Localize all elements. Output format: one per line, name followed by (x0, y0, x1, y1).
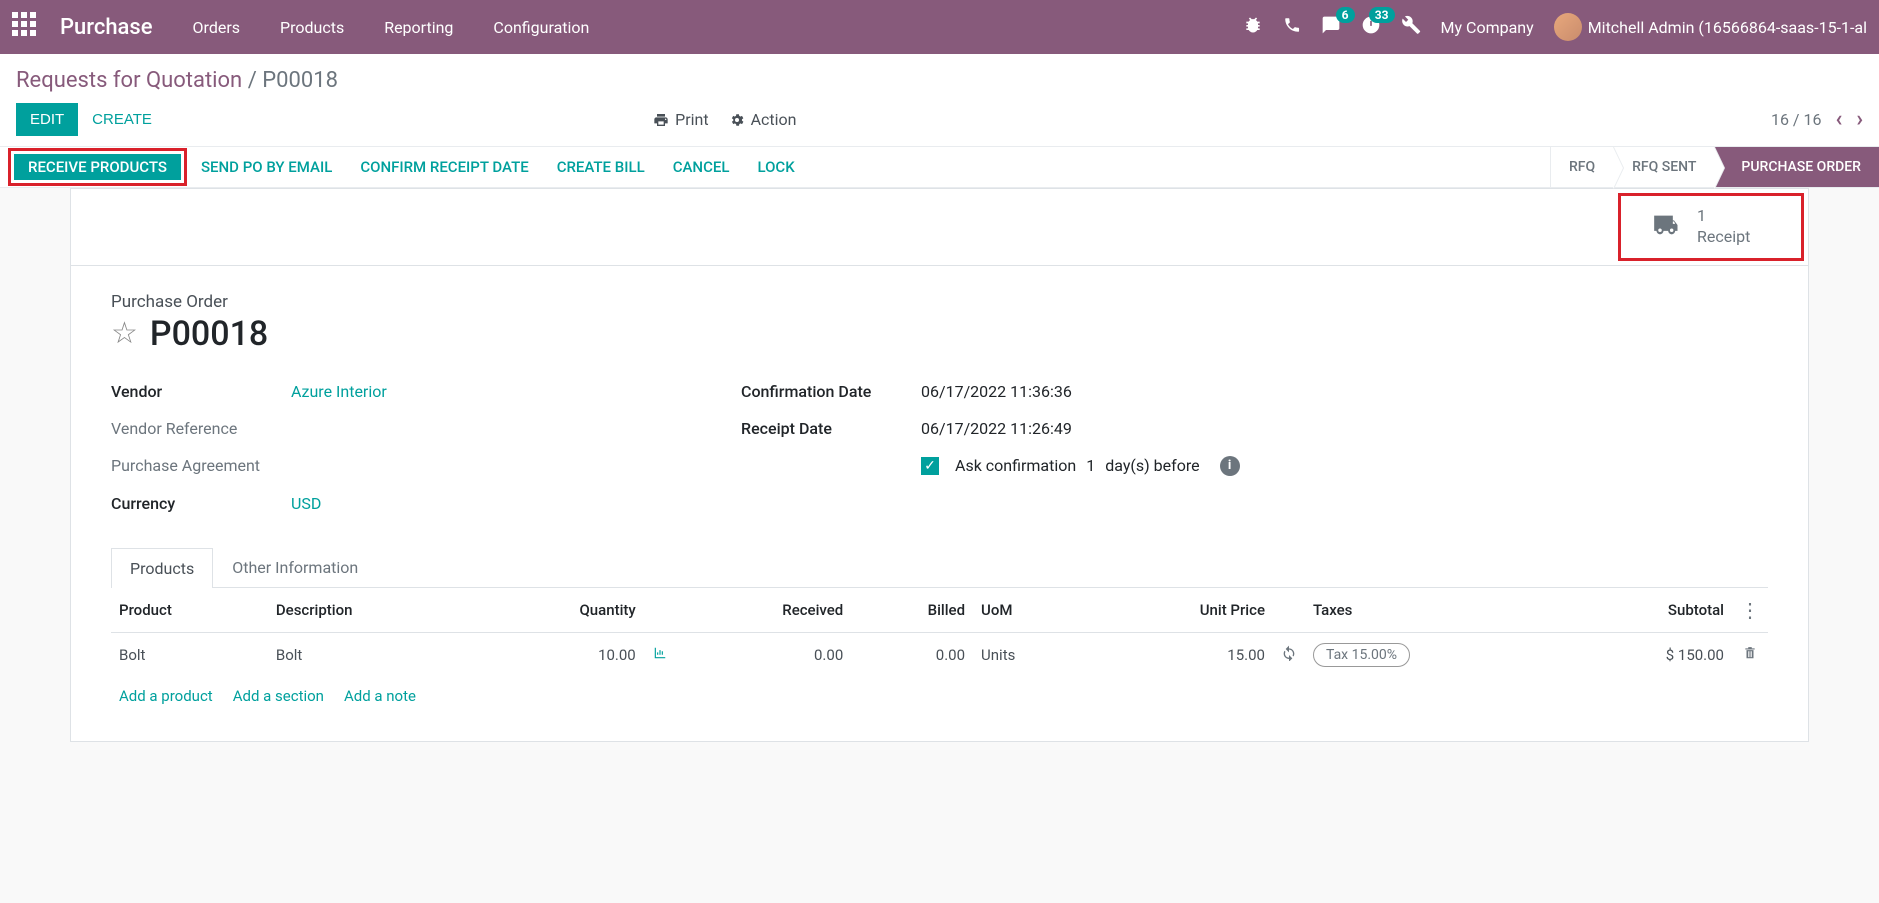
add-product-link[interactable]: Add a product (119, 687, 213, 705)
tab-other-information[interactable]: Other Information (213, 547, 377, 587)
send-po-button[interactable]: Send PO by Email (187, 147, 346, 187)
refresh-price-icon[interactable] (1281, 647, 1297, 665)
currency-link[interactable]: USD (291, 494, 321, 513)
th-product: Product (111, 588, 268, 633)
lock-button[interactable]: Lock (743, 147, 808, 187)
user-menu[interactable]: Mitchell Admin (16566864-saas-15-1-al (1554, 13, 1867, 41)
breadcrumb: Requests for Quotation / P00018 (16, 68, 1863, 93)
cell-billed: 0.00 (851, 632, 973, 677)
confirmation-date-label: Confirmation Date (741, 382, 921, 401)
pager-next[interactable]: › (1856, 107, 1863, 132)
gear-icon (729, 112, 745, 128)
user-name: Mitchell Admin (16566864-saas-15-1-al (1588, 18, 1867, 37)
menu-orders[interactable]: Orders (193, 18, 240, 37)
stage-rfq[interactable]: RFQ (1550, 147, 1613, 187)
ask-confirmation-checkbox[interactable]: ✓ (921, 457, 939, 475)
th-unit-price: Unit Price (1088, 588, 1273, 633)
column-menu-icon[interactable]: ⋮ (1740, 598, 1760, 622)
vendor-label: Vendor (111, 382, 291, 401)
tab-products[interactable]: Products (111, 548, 213, 588)
th-billed: Billed (851, 588, 973, 633)
doc-type-label: Purchase Order (111, 292, 1768, 312)
stage-purchase-order[interactable]: Purchase Order (1714, 147, 1879, 187)
doc-title: P00018 (150, 314, 268, 354)
activity-badge: 33 (1369, 7, 1395, 23)
confirm-receipt-date-button[interactable]: Confirm Receipt Date (346, 147, 542, 187)
create-button[interactable]: Create (78, 103, 166, 136)
create-bill-button[interactable]: Create Bill (543, 147, 659, 187)
add-section-link[interactable]: Add a section (233, 687, 324, 705)
add-note-link[interactable]: Add a note (344, 687, 416, 705)
edit-button[interactable]: Edit (16, 103, 78, 136)
truck-icon (1651, 211, 1683, 243)
receive-products-button[interactable]: Receive Products (14, 154, 181, 180)
ask-confirmation-label-b: day(s) before (1105, 456, 1199, 475)
cell-unit-price: 15.00 (1088, 632, 1273, 677)
th-received: Received (676, 588, 852, 633)
cell-product: Bolt (111, 632, 268, 677)
messaging-icon[interactable]: 6 (1321, 15, 1341, 40)
table-row[interactable]: Bolt Bolt 10.00 0.00 0.00 Units 15.00 (111, 632, 1768, 677)
menu-reporting[interactable]: Reporting (384, 18, 453, 37)
receipt-label: Receipt (1697, 227, 1750, 248)
receipt-date-label: Receipt Date (741, 419, 921, 438)
purchase-agreement-label: Purchase Agreement (111, 456, 291, 475)
breadcrumb-current: P00018 (262, 68, 338, 93)
cell-tax[interactable]: Tax 15.00% (1313, 643, 1410, 667)
phone-icon[interactable] (1283, 16, 1301, 39)
cell-description: Bolt (268, 632, 479, 677)
pager-prev[interactable]: ‹ (1835, 107, 1842, 132)
th-description: Description (268, 588, 479, 633)
cell-subtotal: $ 150.00 (1563, 632, 1732, 677)
print-button[interactable]: Print (653, 110, 708, 129)
apps-icon[interactable] (12, 12, 42, 42)
activity-icon[interactable]: 33 (1361, 15, 1381, 40)
vendor-ref-label: Vendor Reference (111, 419, 291, 438)
print-icon (653, 112, 669, 128)
receipt-smart-button[interactable]: 1 Receipt (1621, 196, 1801, 258)
menu-configuration[interactable]: Configuration (493, 18, 589, 37)
cell-uom: Units (973, 632, 1088, 677)
th-uom: UoM (973, 588, 1088, 633)
ask-confirmation-label-a: Ask confirmation (955, 456, 1076, 475)
action-button[interactable]: Action (729, 110, 797, 129)
avatar (1554, 13, 1582, 41)
stage-rfq-sent[interactable]: RFQ Sent (1613, 147, 1714, 187)
messaging-badge: 6 (1336, 7, 1355, 23)
currency-label: Currency (111, 494, 291, 513)
menu-products[interactable]: Products (280, 18, 344, 37)
bug-icon[interactable] (1243, 15, 1263, 40)
priority-star[interactable]: ☆ (111, 316, 138, 351)
tools-icon[interactable] (1401, 15, 1421, 40)
main-menu: Orders Products Reporting Configuration (193, 18, 590, 37)
delete-row-icon[interactable] (1743, 646, 1757, 664)
th-subtotal: Subtotal (1563, 588, 1732, 633)
app-brand[interactable]: Purchase (60, 15, 153, 40)
receipt-count: 1 (1697, 206, 1750, 227)
confirmation-date-value: 06/17/2022 11:36:36 (921, 382, 1072, 401)
breadcrumb-parent[interactable]: Requests for Quotation (16, 68, 242, 93)
receipt-date-value: 06/17/2022 11:26:49 (921, 419, 1072, 438)
forecast-icon[interactable] (652, 646, 668, 664)
ask-confirmation-days: 1 (1086, 456, 1095, 475)
cell-quantity: 10.00 (479, 632, 644, 677)
cancel-button[interactable]: Cancel (659, 147, 744, 187)
cell-received: 0.00 (676, 632, 852, 677)
vendor-link[interactable]: Azure Interior (291, 382, 387, 401)
th-quantity: Quantity (479, 588, 644, 633)
th-taxes: Taxes (1305, 588, 1563, 633)
pager-count: 16 / 16 (1771, 110, 1822, 129)
info-icon[interactable]: i (1220, 456, 1240, 476)
company-selector[interactable]: My Company (1441, 18, 1534, 37)
